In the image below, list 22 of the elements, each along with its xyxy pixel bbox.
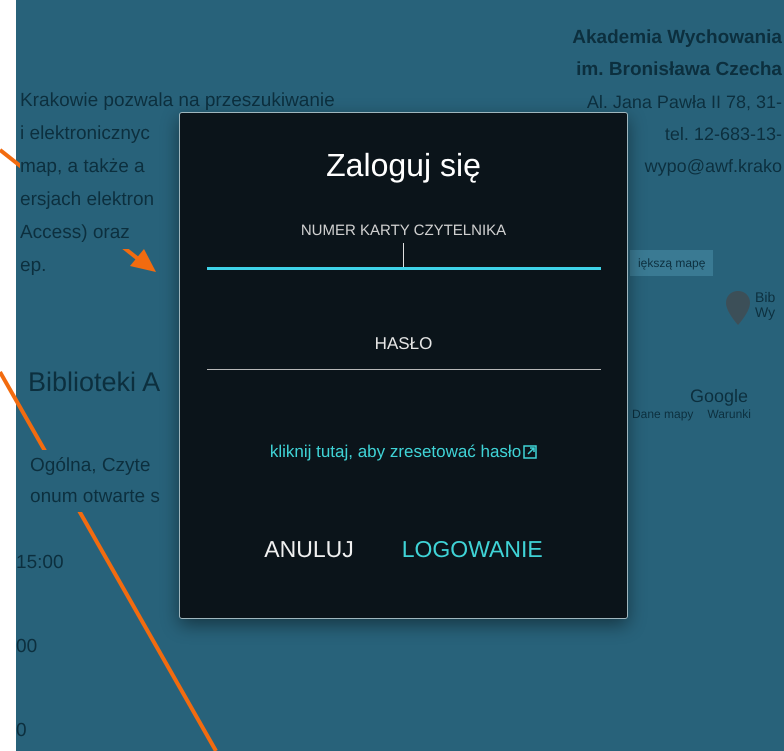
- opening-hours-text: 15:00: [16, 552, 64, 574]
- map-logo: Google: [690, 386, 748, 407]
- text-field[interactable]: NUMER KARTY CZYTELNIKA: [206, 222, 600, 270]
- contact-text: wypo@awf.krako: [644, 155, 782, 178]
- paragraph-text: ersjach elektron: [20, 183, 154, 216]
- contact-text: tel. 12-683-13-: [664, 123, 782, 146]
- external-link-icon: [523, 445, 538, 459]
- text-field[interactable]: HASŁO: [206, 334, 600, 370]
- paragraph-text: Access) oraz: [20, 216, 130, 249]
- map-label: Bib: [755, 290, 776, 305]
- dialog-title: Zaloguj się: [326, 147, 481, 184]
- map-label: Wy: [755, 305, 776, 320]
- opening-hours-text: 00: [16, 636, 38, 658]
- opening-hours-text: 0: [16, 720, 27, 742]
- reset-password-link[interactable]: kliknij tutaj, aby zresetować hasło: [270, 442, 538, 462]
- login-button[interactable]: LOGOWANIE: [402, 532, 543, 567]
- cancel-button[interactable]: ANULUJ: [264, 532, 354, 567]
- contact-text: Al. Jana Pawła II 78, 31-: [586, 91, 782, 114]
- map-pin-icon: [725, 290, 751, 326]
- contact-text: im. Bronisława Czecha: [576, 58, 782, 82]
- contact-text: Akademia Wychowania: [572, 26, 782, 50]
- section-heading: Biblioteki A: [27, 366, 160, 399]
